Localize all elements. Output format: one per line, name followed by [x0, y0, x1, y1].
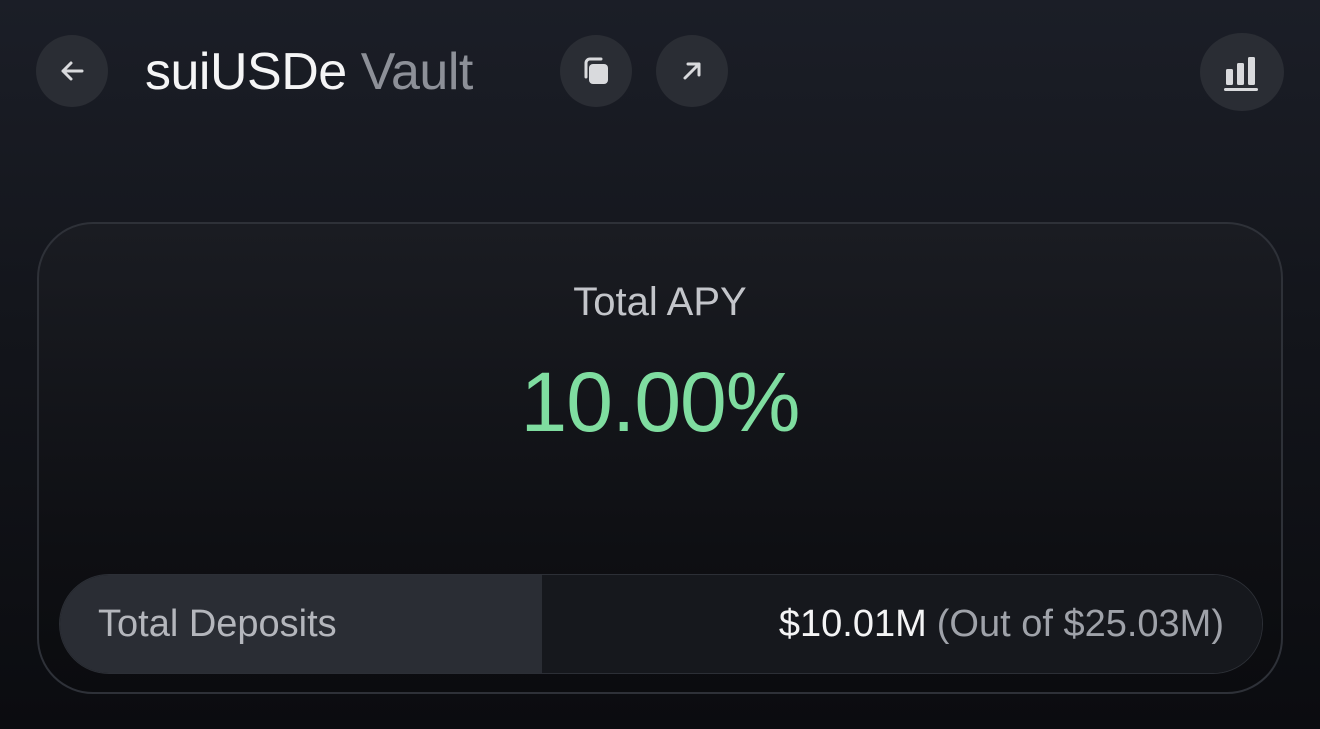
total-deposits-value-cell: $10.01M (Out of $25.03M) [542, 575, 1262, 673]
total-deposits-label-cell: Total Deposits [60, 575, 542, 673]
arrow-up-right-icon [683, 62, 701, 80]
total-deposits-cap: (Out of $25.03M) [936, 602, 1224, 645]
vault-page: suiUSDe Vault Total APY 10.00% Total Dep… [0, 0, 1320, 729]
copy-icon [584, 57, 608, 84]
total-deposits-row: Total Deposits $10.01M (Out of $25.03M) [59, 574, 1263, 674]
bar-chart-icon [1224, 57, 1258, 91]
arrow-left-icon [61, 61, 84, 81]
apy-value: 10.00% [520, 355, 801, 449]
vault-token-name: suiUSDe [145, 43, 347, 101]
vault-title-suffix: Vault [360, 43, 474, 101]
copy-button[interactable] [560, 35, 632, 107]
total-deposits-value: $10.01M [778, 602, 927, 645]
apy-card: Total APY 10.00% Total Deposits $10.01M … [37, 222, 1283, 694]
stats-button[interactable] [1200, 33, 1284, 111]
page-title: suiUSDe Vault [145, 40, 473, 104]
total-deposits-label: Total Deposits [98, 602, 337, 645]
back-button[interactable] [36, 35, 108, 107]
open-external-button[interactable] [656, 35, 728, 107]
apy-label: Total APY [573, 280, 747, 324]
